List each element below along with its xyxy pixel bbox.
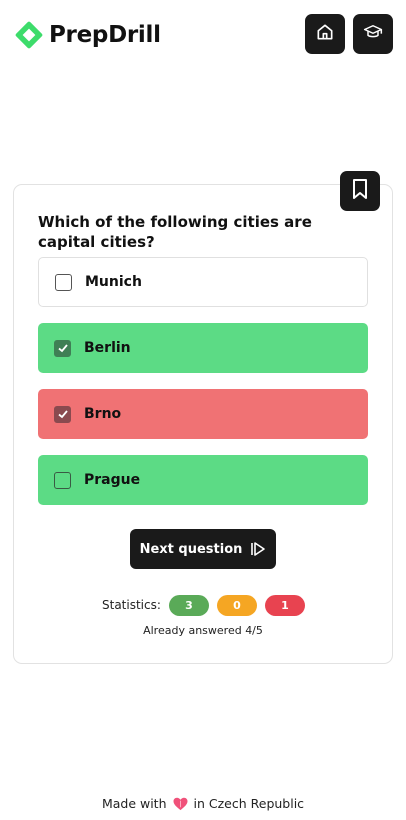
bookmark-button[interactable] xyxy=(340,171,380,211)
option-berlin[interactable]: Berlin xyxy=(38,323,368,373)
statistics-row: Statistics: 3 0 1 xyxy=(102,594,313,616)
home-icon xyxy=(315,22,335,46)
checkbox-unchecked[interactable] xyxy=(55,273,72,291)
partial-count-badge: 0 xyxy=(216,594,257,616)
option-munich[interactable]: Munich xyxy=(38,257,368,307)
brand-name: PrepDrill xyxy=(49,22,161,48)
answered-progress: Already answered 4/5 xyxy=(143,624,263,637)
next-question-button[interactable]: Next question xyxy=(130,529,276,569)
footer-text-before: Made with xyxy=(101,796,167,811)
checkbox-unchecked[interactable] xyxy=(54,471,71,489)
option-label: Munich xyxy=(85,274,142,290)
footer-text-after: in Czech Republic xyxy=(193,796,305,811)
heart-icon xyxy=(173,797,188,811)
app-header: PrepDrill xyxy=(0,0,406,72)
home-button[interactable] xyxy=(305,14,345,54)
brand-logo[interactable]: PrepDrill xyxy=(12,18,161,52)
question-text: Which of the following cities are capita… xyxy=(38,213,312,251)
next-question-label: Next question xyxy=(139,541,243,557)
skip-forward-icon xyxy=(251,542,266,556)
checkbox-checked[interactable] xyxy=(54,405,71,423)
bookmark-icon xyxy=(351,178,369,204)
option-label: Brno xyxy=(84,406,122,422)
statistics-label: Statistics: xyxy=(102,598,161,612)
option-brno[interactable]: Brno xyxy=(38,389,368,439)
option-label: Prague xyxy=(84,472,141,488)
footer: Made with in Czech Republic xyxy=(0,796,406,811)
learn-button[interactable] xyxy=(353,14,393,54)
correct-count-badge: 3 xyxy=(168,594,209,616)
option-label: Berlin xyxy=(84,340,131,356)
graduation-cap-icon xyxy=(363,22,383,46)
check-icon xyxy=(57,344,68,353)
checkbox-checked[interactable] xyxy=(54,339,71,357)
wrong-count-badge: 1 xyxy=(264,594,305,616)
logo-diamond-icon xyxy=(12,18,46,52)
option-prague[interactable]: Prague xyxy=(38,455,368,505)
check-icon xyxy=(57,410,68,419)
